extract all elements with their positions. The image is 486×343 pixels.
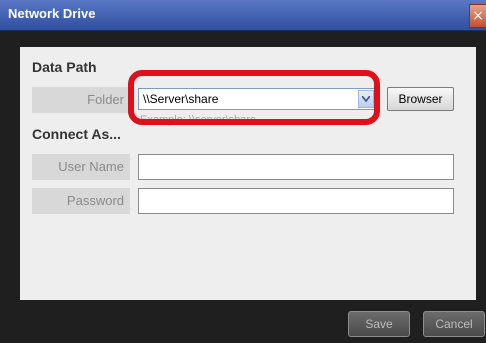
browser-button[interactable]: Browser	[387, 87, 454, 111]
password-label: Password	[32, 188, 130, 214]
close-button[interactable]: ×	[469, 4, 486, 28]
user-name-label: User Name	[32, 154, 130, 180]
password-field[interactable]	[138, 188, 454, 214]
cancel-button[interactable]: Cancel	[423, 311, 485, 337]
folder-select-value: \\Server\share	[143, 92, 219, 106]
save-button[interactable]: Save	[348, 311, 410, 337]
folder-example-hint: Example: \\server\share	[140, 114, 257, 126]
network-drive-dialog: Network Drive × Data Path Folder \\Serve…	[0, 0, 486, 343]
data-path-heading: Data Path	[32, 59, 97, 75]
chevron-down-icon[interactable]	[358, 90, 374, 108]
folder-label: Folder	[32, 87, 130, 113]
title-bar[interactable]: Network Drive ×	[0, 0, 486, 31]
close-icon: ×	[472, 8, 484, 24]
folder-select[interactable]: \\Server\share	[138, 88, 376, 110]
user-name-field[interactable]	[138, 154, 454, 180]
connect-as-heading: Connect As...	[32, 126, 121, 142]
window-title: Network Drive	[8, 6, 96, 21]
